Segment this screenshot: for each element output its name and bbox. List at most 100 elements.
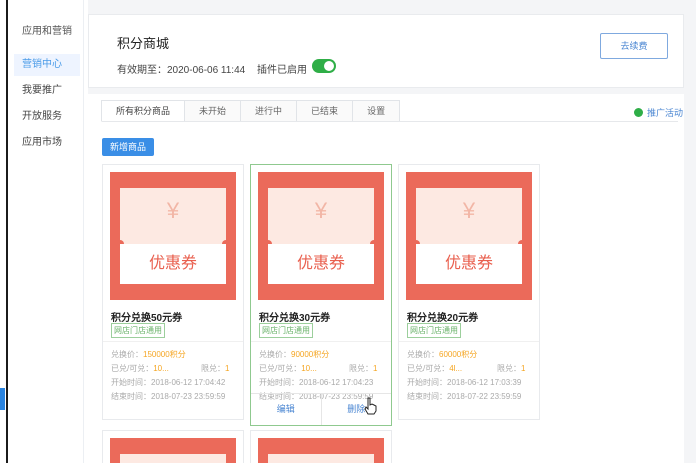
exchanged-row: 已兑/可兑：10... xyxy=(111,363,169,374)
tab-ended[interactable]: 已结束 xyxy=(296,100,354,122)
yen-icon: ¥ xyxy=(166,198,180,223)
content-panel: 所有积分商品 未开始 进行中 已结束 设置 推广活动 新增商品 ¥ 优惠券 积分… xyxy=(88,94,684,463)
toggle-knob xyxy=(324,61,334,71)
page-header: 积分商城 有效期至：2020-06-06 11:44 插件已启用 去续费 xyxy=(88,14,684,88)
start-row: 开始时间：2018-06-12 17:04:23 xyxy=(259,377,373,388)
end-value: 2018-07-23 23:59:59 xyxy=(151,392,226,401)
start-value: 2018-06-12 17:04:23 xyxy=(299,378,374,387)
sidebar-item-promote[interactable]: 我要推广 xyxy=(14,80,80,102)
tab-in-progress[interactable]: 进行中 xyxy=(240,100,298,122)
delete-button[interactable]: 删除 xyxy=(320,394,392,425)
page-title: 积分商城 xyxy=(117,36,170,51)
tab-divider xyxy=(102,121,678,122)
sidebar-item-app-market[interactable]: 应用市场 xyxy=(14,132,80,154)
limit-value: 1 xyxy=(521,364,526,373)
start-label: 开始时间： xyxy=(259,378,299,387)
exchanged-label: 已兑/可兑： xyxy=(259,364,302,373)
exchanged-row: 已兑/可兑：10... xyxy=(259,363,317,374)
price-label: 兑换价： xyxy=(407,350,439,359)
add-product-button[interactable]: 新增商品 xyxy=(102,138,154,156)
exchanged-value: 10... xyxy=(301,364,317,373)
start-value: 2018-06-12 17:03:39 xyxy=(447,378,522,387)
limit-row: 限兑：1 xyxy=(497,363,525,374)
tab-all-products[interactable]: 所有积分商品 xyxy=(101,100,186,122)
coupon-paper: ¥ 优惠券 xyxy=(412,188,526,284)
end-value: 2018-07-22 23:59:59 xyxy=(447,392,522,401)
main-area: 积分商城 有效期至：2020-06-06 11:44 插件已启用 去续费 所有积… xyxy=(88,0,696,463)
limit-row: 限兑：1 xyxy=(201,363,229,374)
start-label: 开始时间： xyxy=(111,378,151,387)
sidebar: 应用和营销 营销中心 我要推广 开放服务 应用市场 xyxy=(10,0,84,463)
price-value: 90000积分 xyxy=(291,350,330,359)
product-card[interactable]: ¥ 优惠券 积分兑换20元券 网店门店通用 兑换价：60000积分 已兑/可兑：… xyxy=(398,164,540,420)
renew-button[interactable]: 去续费 xyxy=(600,33,668,59)
exchanged-value: 4l... xyxy=(449,364,463,373)
price-label: 兑换价： xyxy=(259,350,291,359)
promo-link-label: 推广活动 xyxy=(647,108,684,118)
product-name: 积分兑换20元券 xyxy=(407,313,479,324)
end-row: 结束时间：2018-07-23 23:59:59 xyxy=(111,391,225,402)
store-tag: 网店门店通用 xyxy=(407,323,461,338)
store-tag: 网店门店通用 xyxy=(259,323,313,338)
coupon-paper: ¥ 优惠券 xyxy=(264,188,378,284)
edit-button[interactable]: 编辑 xyxy=(251,394,321,425)
price-value: 60000积分 xyxy=(439,350,478,359)
limit-label: 限兑： xyxy=(349,364,373,373)
yen-icon: ¥ xyxy=(314,198,328,223)
product-name: 积分兑换50元券 xyxy=(111,313,183,324)
window-left-edge xyxy=(0,0,8,463)
validity-text: 有效期至：2020-06-06 11:44 xyxy=(117,65,246,76)
exchanged-label: 已兑/可兑： xyxy=(111,364,154,373)
tab-bar: 所有积分商品 未开始 进行中 已结束 设置 xyxy=(101,100,401,122)
coupon-label: 优惠券 xyxy=(268,244,374,284)
coupon-paper xyxy=(120,454,226,463)
coupon-paper: ¥ 优惠券 xyxy=(116,188,230,284)
product-card-partial[interactable] xyxy=(250,430,392,463)
sidebar-item-open-service[interactable]: 开放服务 xyxy=(14,106,80,128)
plugin-toggle[interactable] xyxy=(312,59,336,73)
tab-not-started[interactable]: 未开始 xyxy=(184,100,242,122)
coupon-label: 优惠券 xyxy=(120,244,226,284)
card-divider xyxy=(103,341,243,342)
plugin-status-text: 插件已启用 xyxy=(257,65,307,76)
exchanged-value: 10... xyxy=(153,364,169,373)
coupon-image: ¥ 优惠券 xyxy=(110,172,236,300)
card-divider xyxy=(399,341,539,342)
coupon-image: ¥ 优惠券 xyxy=(258,172,384,300)
hand-cursor-icon xyxy=(364,397,377,415)
product-name: 积分兑换30元券 xyxy=(259,313,331,324)
coupon-paper xyxy=(268,454,374,463)
start-row: 开始时间：2018-06-12 17:03:39 xyxy=(407,377,521,388)
start-row: 开始时间：2018-06-12 17:04:42 xyxy=(111,377,225,388)
price-label: 兑换价： xyxy=(111,350,143,359)
end-row: 结束时间：2018-07-22 23:59:59 xyxy=(407,391,521,402)
limit-label: 限兑： xyxy=(497,364,521,373)
promo-activity-link[interactable]: 推广活动 xyxy=(634,106,683,119)
product-card[interactable]: ¥ 优惠券 积分兑换50元券 网店门店通用 兑换价：150000积分 已兑/可兑… xyxy=(102,164,244,420)
card-divider xyxy=(251,341,391,342)
sidebar-title: 应用和营销 xyxy=(22,26,72,37)
price-value: 150000积分 xyxy=(143,350,186,359)
coupon-label: 优惠券 xyxy=(416,244,522,284)
yen-icon: ¥ xyxy=(462,198,476,223)
coupon-image xyxy=(110,438,236,463)
price-row: 兑换价：60000积分 xyxy=(407,349,477,360)
end-label: 结束时间： xyxy=(111,392,151,401)
end-label: 结束时间： xyxy=(407,392,447,401)
limit-label: 限兑： xyxy=(201,364,225,373)
sidebar-item-marketing-center[interactable]: 营销中心 xyxy=(14,54,80,76)
tab-settings[interactable]: 设置 xyxy=(352,100,401,122)
exchanged-row: 已兑/可兑：4l... xyxy=(407,363,462,374)
limit-value: 1 xyxy=(373,364,378,373)
coupon-image: ¥ 优惠券 xyxy=(406,172,532,300)
left-edge-accent xyxy=(0,388,5,410)
limit-row: 限兑：1 xyxy=(349,363,377,374)
promo-dot-icon xyxy=(634,108,643,117)
product-card-partial[interactable] xyxy=(102,430,244,463)
coupon-image xyxy=(258,438,384,463)
start-label: 开始时间： xyxy=(407,378,447,387)
product-card[interactable]: ¥ 优惠券 积分兑换30元券 网店门店通用 兑换价：90000积分 已兑/可兑：… xyxy=(250,164,392,426)
price-row: 兑换价：90000积分 xyxy=(259,349,329,360)
store-tag: 网店门店通用 xyxy=(111,323,165,338)
exchanged-label: 已兑/可兑： xyxy=(407,364,450,373)
